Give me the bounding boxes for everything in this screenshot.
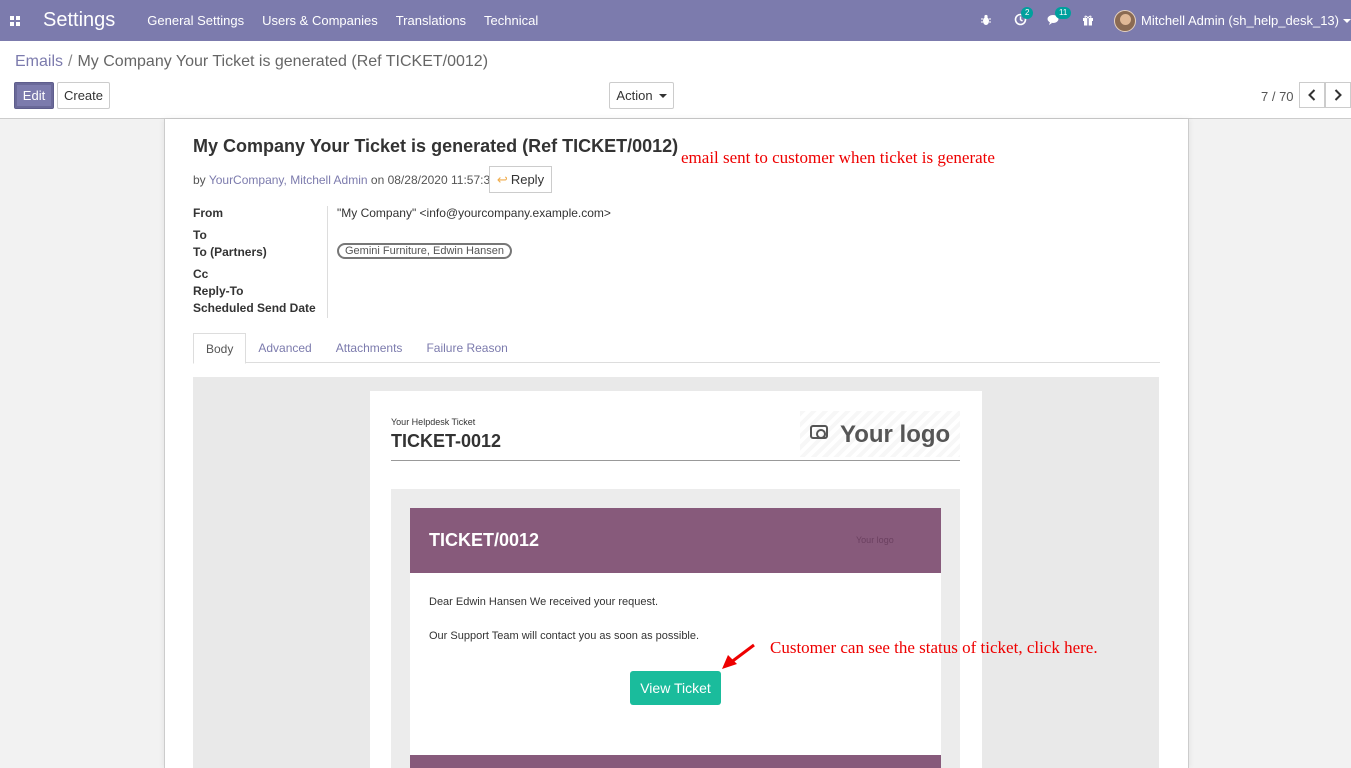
form-sheet: My Company Your Ticket is generated (Ref… — [164, 119, 1189, 768]
pager-previous-button[interactable] — [1299, 82, 1325, 108]
tab-attachments[interactable]: Attachments — [324, 333, 415, 363]
breadcrumb-current: My Company Your Ticket is generated (Ref… — [77, 53, 489, 70]
tab-failure-reason[interactable]: Failure Reason — [414, 333, 519, 363]
reply-button[interactable]: ↩ Reply — [489, 166, 552, 193]
reply-label: Reply — [510, 172, 545, 187]
company-logo: Your logo — [800, 411, 960, 457]
greeting-text: Dear Edwin Hansen We received your reque… — [429, 596, 659, 608]
email-small-header: Your Helpdesk Ticket — [391, 417, 476, 427]
action-label: Action — [616, 88, 653, 103]
pager-next-button[interactable] — [1325, 82, 1351, 108]
breadcrumb: Emails / My Company Your Ticket is generat… — [15, 53, 488, 71]
control-panel: Emails / My Company Your Ticket is generat… — [0, 41, 1351, 119]
email-subject: My Company Your Ticket is generated (Ref… — [193, 136, 679, 156]
to-label: To — [193, 228, 207, 242]
by-prefix: by — [193, 173, 206, 187]
reply-arrow-icon: ↩ — [496, 171, 508, 187]
messages-chat-icon[interactable]: 11 — [1046, 6, 1072, 29]
user-menu[interactable]: Mitchell Admin (sh_help_desk_13) — [1141, 13, 1339, 28]
sent-date: on 08/28/2020 11:57:33 — [370, 173, 497, 187]
from-value: "My Company" <info@yourcompany.example.c… — [337, 206, 611, 220]
email-byline: by YourCompany, Mitchell Admin on 08/28/… — [193, 173, 497, 187]
breadcrumb-emails-link[interactable]: Emails — [15, 53, 63, 70]
user-menu-caret-icon[interactable] — [1343, 18, 1351, 23]
action-dropdown[interactable]: Action — [609, 82, 674, 109]
email-ticket-ref: TICKET-0012 — [391, 431, 502, 451]
annotation-view-ticket: Customer can see the status of ticket, c… — [770, 638, 1098, 657]
menu-users-companies[interactable]: Users & Companies — [262, 13, 378, 28]
menu-translations[interactable]: Translations — [396, 13, 466, 28]
email-body-area: Your Helpdesk Ticket TICKET-0012 Your lo… — [193, 377, 1159, 768]
annotation-email-sent: email sent to customer when ticket is ge… — [681, 148, 995, 167]
ticket-card-logo: Your logo — [856, 535, 894, 545]
email-inner-container: TICKET/0012 Your logo Dear Edwin Hansen … — [391, 489, 960, 768]
menu-technical[interactable]: Technical — [484, 13, 538, 28]
scheduled-send-date-label: Scheduled Send Date — [193, 301, 316, 315]
view-ticket-button[interactable]: View Ticket — [630, 671, 721, 705]
debug-bug-icon[interactable] — [978, 13, 994, 29]
edit-button[interactable]: Edit — [14, 82, 54, 109]
chevron-left-icon — [1308, 89, 1316, 101]
breadcrumb-separator: / — [68, 53, 73, 70]
support-text: Our Support Team will contact you as soo… — [429, 630, 700, 642]
ticket-card-header: TICKET/0012 Your logo — [410, 508, 941, 573]
ticket-card-footer — [410, 755, 941, 768]
activity-badge: 2 — [1021, 6, 1034, 19]
chevron-down-icon — [658, 93, 667, 98]
ticket-card-title: TICKET/0012 — [429, 530, 540, 550]
app-title[interactable]: Settings — [43, 9, 115, 32]
pager-value[interactable]: 7 / 70 — [1261, 89, 1294, 104]
reply-to-label: Reply-To — [193, 284, 244, 298]
user-avatar[interactable] — [1114, 9, 1136, 32]
annotation-arrow-icon — [722, 643, 755, 669]
create-button[interactable]: Create — [57, 82, 110, 109]
logo-text: Your logo — [840, 421, 951, 448]
author-links[interactable]: YourCompany, Mitchell Admin — [209, 173, 368, 187]
menu-general-settings[interactable]: General Settings — [147, 13, 244, 28]
partner-tag[interactable]: Gemini Furniture, Edwin Hansen — [337, 243, 512, 259]
to-partners-label: To (Partners) — [193, 245, 267, 259]
fields-divider — [327, 206, 328, 318]
top-navbar: Settings General Settings Users & Compan… — [0, 0, 1351, 41]
notebook-tabs: Body Advanced Attachments Failure Reason — [193, 333, 1160, 364]
apps-menu-icon[interactable] — [0, 0, 30, 41]
to-partners-value: Gemini Furniture, Edwin Hansen — [337, 243, 512, 259]
messages-badge: 11 — [1055, 6, 1072, 19]
tab-advanced[interactable]: Advanced — [246, 333, 323, 363]
email-preview: Your Helpdesk Ticket TICKET-0012 Your lo… — [370, 391, 982, 768]
tab-body[interactable]: Body — [193, 333, 247, 364]
gift-icon[interactable] — [1080, 13, 1096, 29]
from-label: From — [193, 206, 223, 220]
activity-clock-icon[interactable]: 2 — [1012, 6, 1034, 29]
cc-label: Cc — [193, 267, 209, 281]
chevron-right-icon — [1334, 89, 1342, 101]
email-header-divider — [391, 460, 960, 461]
camera-icon — [810, 425, 828, 439]
